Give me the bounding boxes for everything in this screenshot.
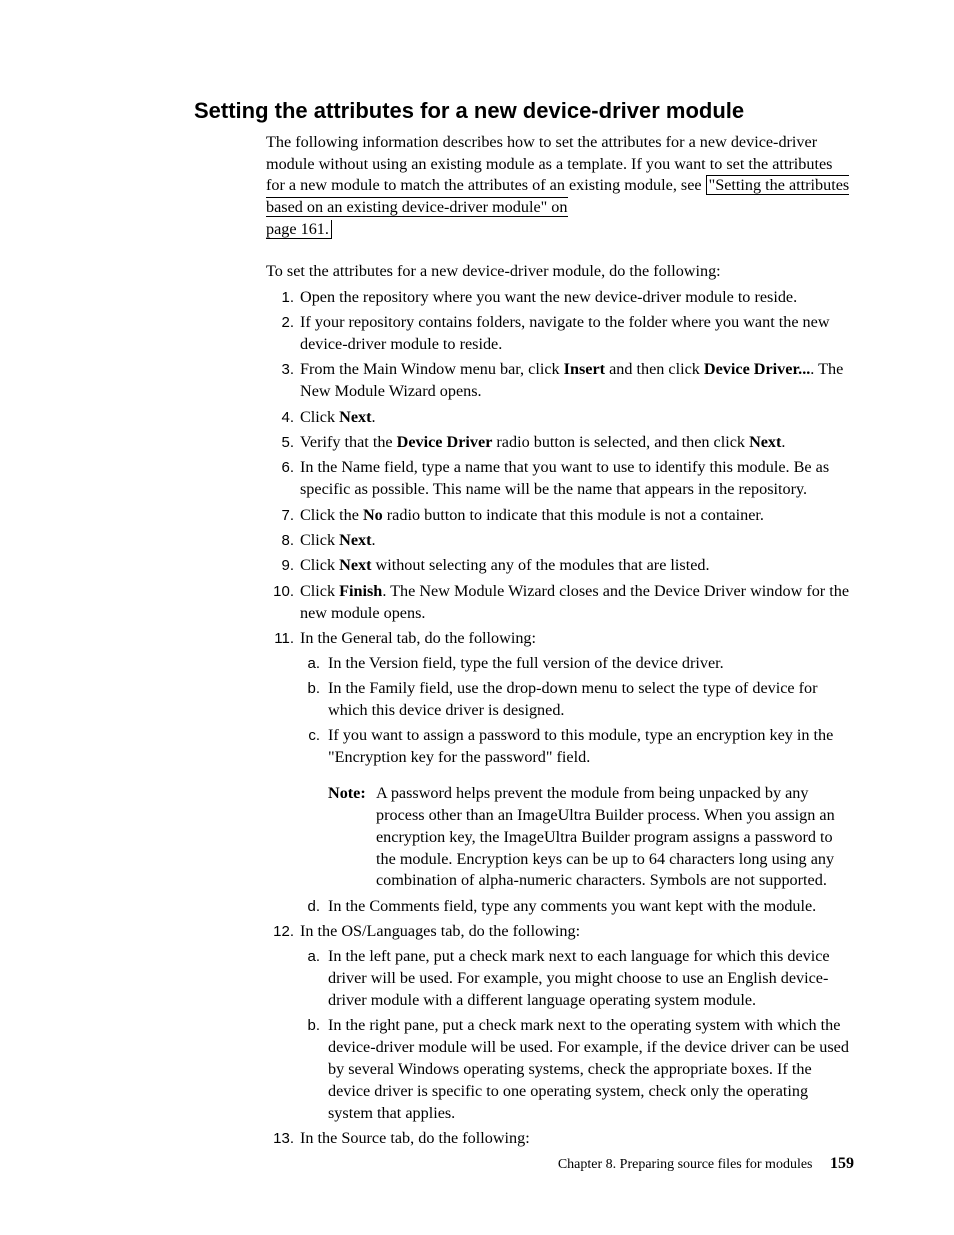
step-text: In the Name field, type a name that you … bbox=[300, 458, 829, 498]
ui-term: Finish bbox=[339, 582, 382, 600]
ui-term: Device Driver... bbox=[704, 360, 810, 378]
step-text: and then click bbox=[605, 360, 704, 378]
step-item: 13. In the Source tab, do the following: bbox=[266, 1128, 854, 1150]
substep-letter: b. bbox=[300, 679, 320, 699]
substep-item: b. In the right pane, put a check mark n… bbox=[300, 1015, 854, 1124]
substep-text: In the left pane, put a check mark next … bbox=[328, 947, 830, 1009]
substep-text: In the Family field, use the drop-down m… bbox=[328, 679, 818, 719]
note-block: Note: A password helps prevent the modul… bbox=[328, 783, 854, 892]
step-text: . bbox=[371, 531, 375, 549]
step-text: radio button is selected, and then click bbox=[492, 433, 749, 451]
substep-item: d. In the Comments field, type any comme… bbox=[300, 896, 854, 918]
step-text: Open the repository where you want the n… bbox=[300, 288, 797, 306]
ui-term: Device Driver bbox=[397, 433, 493, 451]
step-text: In the General tab, do the following: bbox=[300, 629, 536, 647]
xref-link-line2[interactable]: page 161. bbox=[266, 220, 332, 239]
step-item: 7. Click the No radio button to indicate… bbox=[266, 505, 854, 527]
sub-procedure-list: a. In the Version field, type the full v… bbox=[300, 653, 854, 918]
step-text: Click bbox=[300, 408, 339, 426]
step-number: 6. bbox=[266, 458, 294, 478]
step-number: 10. bbox=[266, 582, 294, 602]
step-item: 1. Open the repository where you want th… bbox=[266, 287, 854, 309]
step-item: 9. Click Next without selecting any of t… bbox=[266, 555, 854, 577]
substep-text: If you want to assign a password to this… bbox=[328, 726, 833, 766]
substep-letter: c. bbox=[300, 726, 320, 746]
step-item: 4. Click Next. bbox=[266, 407, 854, 429]
step-text: In the Source tab, do the following: bbox=[300, 1129, 530, 1147]
step-text: In the OS/Languages tab, do the followin… bbox=[300, 922, 580, 940]
page-number: 159 bbox=[830, 1155, 854, 1172]
step-item: 6. In the Name field, type a name that y… bbox=[266, 457, 854, 501]
ui-term: Next bbox=[339, 408, 371, 426]
substep-item: a. In the Version field, type the full v… bbox=[300, 653, 854, 675]
step-text: Click bbox=[300, 556, 339, 574]
step-item: 10. Click Finish. The New Module Wizard … bbox=[266, 581, 854, 625]
substep-text: In the right pane, put a check mark next… bbox=[328, 1016, 849, 1121]
step-item: 5. Verify that the Device Driver radio b… bbox=[266, 432, 854, 454]
step-number: 13. bbox=[266, 1129, 294, 1149]
step-item: 8. Click Next. bbox=[266, 530, 854, 552]
substep-text: In the Version field, type the full vers… bbox=[328, 654, 724, 672]
note-text: A password helps prevent the module from… bbox=[376, 784, 835, 889]
step-text: From the Main Window menu bar, click bbox=[300, 360, 564, 378]
step-text: Click bbox=[300, 531, 339, 549]
step-number: 3. bbox=[266, 360, 294, 380]
ui-term: Insert bbox=[564, 360, 605, 378]
step-number: 5. bbox=[266, 433, 294, 453]
procedure-list: 1. Open the repository where you want th… bbox=[266, 287, 854, 1150]
ui-term: Next bbox=[339, 556, 371, 574]
step-text: . bbox=[781, 433, 785, 451]
step-text: radio button to indicate that this modul… bbox=[383, 506, 764, 524]
step-text: without selecting any of the modules tha… bbox=[371, 556, 709, 574]
step-number: 2. bbox=[266, 313, 294, 333]
step-number: 12. bbox=[266, 922, 294, 942]
intro-paragraph: The following information describes how … bbox=[266, 132, 854, 241]
step-number: 8. bbox=[266, 531, 294, 551]
step-number: 9. bbox=[266, 556, 294, 576]
step-item: 2. If your repository contains folders, … bbox=[266, 312, 854, 356]
step-text: If your repository contains folders, nav… bbox=[300, 313, 830, 353]
step-text: Click the bbox=[300, 506, 363, 524]
substep-letter: a. bbox=[300, 947, 320, 967]
substep-item: a. In the left pane, put a check mark ne… bbox=[300, 946, 854, 1012]
step-number: 7. bbox=[266, 506, 294, 526]
substep-item: b. In the Family field, use the drop-dow… bbox=[300, 678, 854, 722]
page-footer: Chapter 8. Preparing source files for mo… bbox=[558, 1153, 854, 1175]
step-number: 1. bbox=[266, 288, 294, 308]
ui-term: Next bbox=[749, 433, 781, 451]
step-item: 12. In the OS/Languages tab, do the foll… bbox=[266, 921, 854, 1124]
step-item: 11. In the General tab, do the following… bbox=[266, 628, 854, 918]
step-text: . The New Module Wizard closes and the D… bbox=[300, 582, 849, 622]
step-number: 4. bbox=[266, 408, 294, 428]
step-text: Verify that the bbox=[300, 433, 397, 451]
step-text: . bbox=[371, 408, 375, 426]
substep-letter: d. bbox=[300, 897, 320, 917]
step-text: Click bbox=[300, 582, 339, 600]
section-heading: Setting the attributes for a new device-… bbox=[194, 96, 854, 126]
note-label: Note: bbox=[328, 783, 366, 805]
substep-item: c. If you want to assign a password to t… bbox=[300, 725, 854, 892]
lead-sentence: To set the attributes for a new device-d… bbox=[266, 261, 854, 283]
substep-letter: b. bbox=[300, 1016, 320, 1036]
substep-text: In the Comments field, type any comments… bbox=[328, 897, 816, 915]
ui-term: No bbox=[363, 506, 383, 524]
footer-chapter: Chapter 8. Preparing source files for mo… bbox=[558, 1157, 813, 1172]
step-number: 11. bbox=[266, 629, 294, 649]
substep-letter: a. bbox=[300, 654, 320, 674]
step-item: 3. From the Main Window menu bar, click … bbox=[266, 359, 854, 403]
sub-procedure-list: a. In the left pane, put a check mark ne… bbox=[300, 946, 854, 1124]
ui-term: Next bbox=[339, 531, 371, 549]
